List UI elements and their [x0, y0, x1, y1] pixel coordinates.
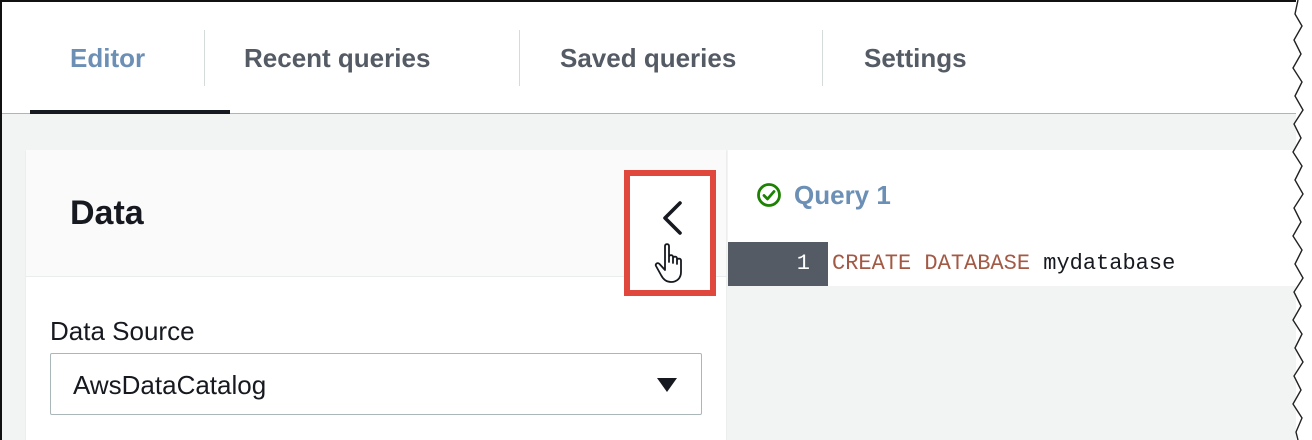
query-tab[interactable]: Query 1 — [728, 150, 1296, 242]
data-panel-title: Data — [70, 194, 144, 232]
tab-divider — [204, 30, 205, 86]
tab-saved-queries[interactable]: Saved queries — [560, 2, 736, 114]
query-tab-label: Query 1 — [794, 180, 891, 210]
tab-bar: Editor Recent queries Saved queries Sett… — [2, 2, 1296, 114]
console-window: Editor Recent queries Saved queries Sett… — [0, 0, 1296, 440]
data-source-label: Data Source — [50, 316, 195, 346]
query-editor: Query 1 1 CREATE DATABASE mydatabase — [728, 150, 1296, 440]
hand-pointer-icon — [654, 243, 682, 283]
data-panel-header: Data — [26, 150, 726, 277]
data-source-select[interactable]: AwsDataCatalog — [50, 353, 702, 415]
chevron-left-icon[interactable] — [658, 200, 686, 236]
collapse-panel-highlight — [624, 170, 716, 296]
tab-recent-queries[interactable]: Recent queries — [244, 2, 430, 114]
tab-settings[interactable]: Settings — [864, 2, 967, 114]
tab-editor[interactable]: Editor — [70, 2, 145, 114]
data-source-value: AwsDataCatalog — [73, 370, 267, 400]
code-line-text[interactable]: CREATE DATABASE mydatabase — [832, 242, 1175, 286]
code-area[interactable] — [828, 286, 1296, 440]
tab-divider — [519, 30, 520, 86]
tab-divider — [822, 30, 823, 86]
sql-keyword: CREATE DATABASE — [832, 251, 1031, 276]
check-circle-icon — [757, 183, 781, 207]
active-tab-indicator — [30, 110, 230, 114]
caret-down-icon — [657, 378, 677, 392]
sql-identifier: mydatabase — [1030, 251, 1176, 276]
torn-edge — [1290, 0, 1312, 440]
data-panel: Data Data Source AwsDataCatalog — [26, 150, 726, 440]
line-number: 1 — [796, 251, 810, 276]
